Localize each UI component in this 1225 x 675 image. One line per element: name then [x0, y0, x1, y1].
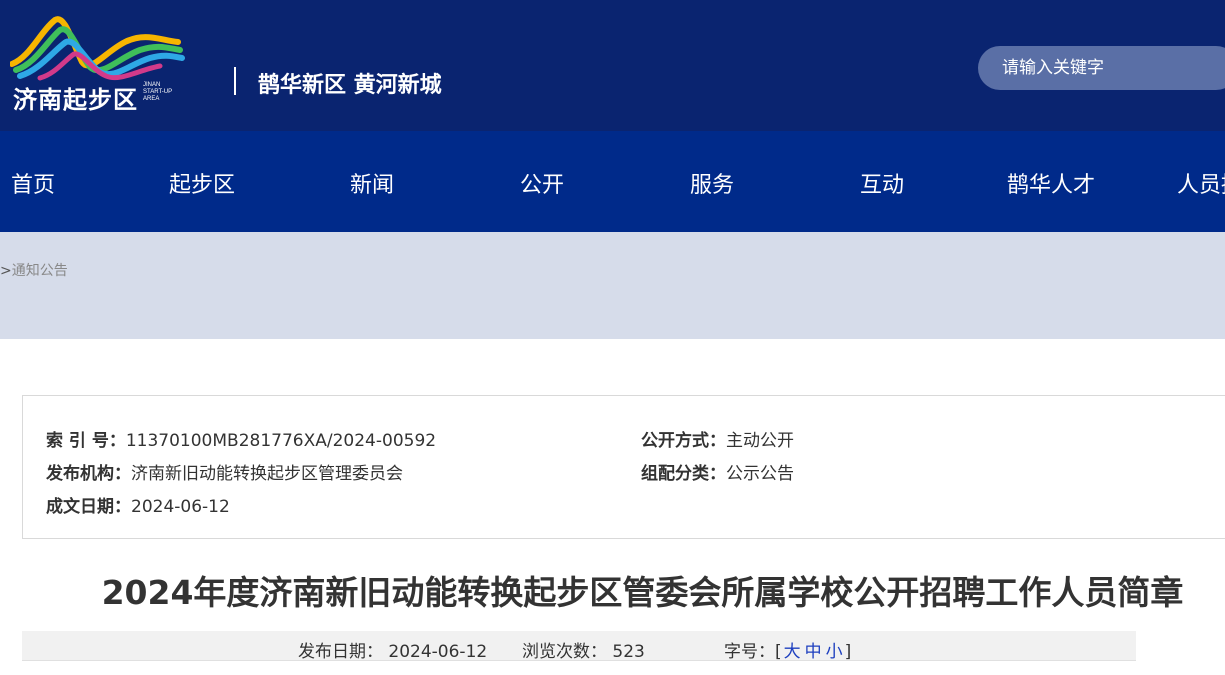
meta-publisher-value: 济南新旧动能转换起步区管理委员会: [131, 464, 403, 484]
meta-index-row: 索 引 号：11370100MB281776XA/2024-00592: [46, 426, 436, 451]
font-size-large-button[interactable]: 大: [782, 642, 803, 662]
meta-date-value: 2024-06-12: [131, 497, 230, 517]
font-size-small-button[interactable]: 小: [824, 642, 845, 662]
nav-item-recruitment[interactable]: 人员招: [1177, 167, 1225, 199]
meta-index-label: 索 引 号：: [46, 431, 126, 451]
font-size-medium-button[interactable]: 中: [803, 642, 824, 662]
search-input[interactable]: [978, 46, 1225, 90]
font-size-bracket-close: ]: [844, 642, 852, 662]
logo-text: 济南起步区: [13, 86, 138, 114]
nav-item-news[interactable]: 新闻: [350, 167, 394, 199]
publish-date-info: 发布日期： 2024-06-12: [298, 637, 487, 662]
breadcrumb-current[interactable]: 通知公告: [12, 263, 68, 279]
nav-item-startup-area[interactable]: 起步区: [169, 167, 235, 199]
nav-item-public[interactable]: 公开: [520, 167, 564, 199]
nav-item-talent[interactable]: 鹊华人才: [1007, 167, 1095, 199]
font-size-bracket-open: [: [775, 642, 782, 662]
meta-open-row: 公开方式：主动公开: [641, 426, 794, 451]
meta-category-row: 组配分类：公示公告: [641, 459, 794, 484]
site-slogan: 鹊华新区 黄河新城: [258, 73, 442, 98]
meta-date-row: 成文日期：2024-06-12: [46, 492, 230, 517]
main-nav: 首页 起步区 新闻 公开 服务 互动 鹊华人才 人员招: [0, 131, 1225, 232]
header-divider: [234, 67, 236, 95]
meta-category-label: 组配分类：: [641, 464, 726, 484]
meta-open-label: 公开方式：: [641, 431, 726, 451]
publish-date-label: 发布日期：: [298, 642, 383, 662]
meta-publisher-label: 发布机构：: [46, 464, 131, 484]
article-info-bar: 发布日期： 2024-06-12 浏览次数： 523 字号：[大中小]: [22, 631, 1136, 662]
document-meta-box: 索 引 号：11370100MB281776XA/2024-00592 发布机构…: [22, 395, 1225, 539]
breadcrumb-separator: >: [0, 263, 12, 279]
meta-publisher-row: 发布机构：济南新旧动能转换起步区管理委员会: [46, 459, 403, 484]
meta-index-value: 11370100MB281776XA/2024-00592: [125, 431, 437, 451]
meta-open-value: 主动公开: [726, 431, 794, 451]
nav-item-home[interactable]: 首页: [11, 167, 55, 199]
breadcrumb-band: [0, 232, 1225, 339]
nav-item-interaction[interactable]: 互动: [860, 167, 904, 199]
font-size-control: 字号：[大中小]: [724, 637, 851, 662]
meta-date-label: 成文日期：: [46, 497, 131, 517]
view-count-label: 浏览次数：: [522, 642, 607, 662]
breadcrumb: >通知公告: [0, 260, 68, 280]
view-count-value: 523: [612, 642, 645, 662]
logo-english-text: JINAN START-UP AREA: [143, 82, 173, 102]
site-header: 济南起步区 JINAN START-UP AREA 鹊华新区 黄河新城: [0, 0, 1225, 131]
font-size-label: 字号：: [724, 642, 775, 662]
view-count-info: 浏览次数： 523: [522, 637, 645, 662]
nav-item-service[interactable]: 服务: [690, 167, 734, 199]
publish-date-value: 2024-06-12: [388, 642, 488, 662]
article-title: 2024年度济南新旧动能转换起步区管委会所属学校公开招聘工作人员简章: [101, 573, 1184, 612]
meta-category-value: 公示公告: [726, 464, 794, 484]
